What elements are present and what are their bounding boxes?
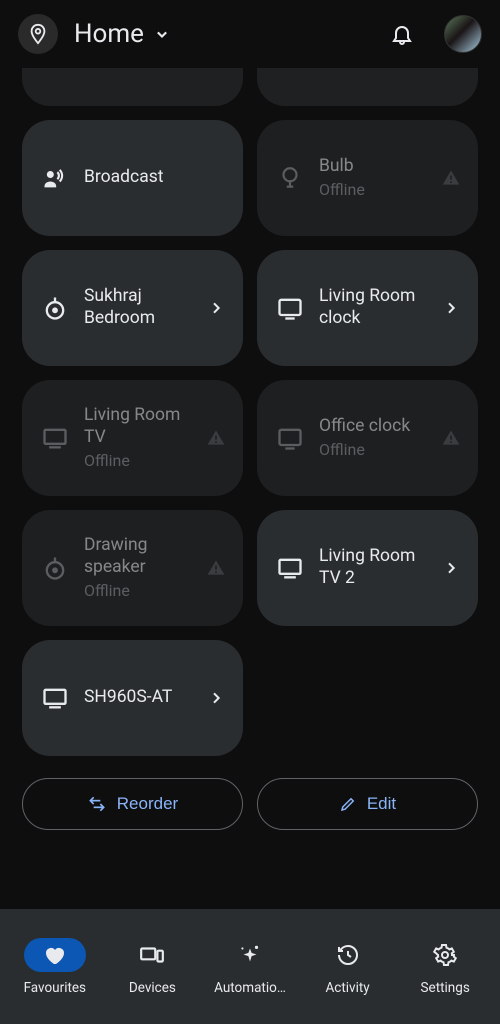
nav-settings[interactable]: Settings xyxy=(396,938,494,996)
nav-label: Automatio… xyxy=(214,980,286,996)
home-selector[interactable]: Home xyxy=(70,19,172,49)
nav-automations[interactable]: Automatio… xyxy=(201,938,299,996)
tile-label: SH960S-AT xyxy=(84,687,191,709)
warning-icon xyxy=(440,427,462,449)
devices-icon xyxy=(121,938,183,972)
reorder-label: Reorder xyxy=(117,794,178,814)
nav-label: Activity xyxy=(325,980,369,996)
home-title: Home xyxy=(74,19,144,49)
nav-label: Favourites xyxy=(24,980,86,996)
nav-favourites[interactable]: Favourites xyxy=(6,938,104,996)
tile-label: Living Room TV Offline xyxy=(84,405,191,471)
tile-label: Sukhraj Bedroom xyxy=(84,286,191,330)
reorder-icon xyxy=(87,794,107,814)
tile-label: Living Room TV 2 xyxy=(319,546,426,590)
edit-label: Edit xyxy=(367,794,396,814)
heart-icon xyxy=(24,938,86,972)
avatar[interactable] xyxy=(444,15,482,53)
tile-living-room-clock[interactable]: Living Room clock xyxy=(257,250,478,366)
tile-drawing-speaker[interactable]: Drawing speaker Offline xyxy=(22,510,243,626)
warning-icon xyxy=(440,167,462,189)
tile-label: Broadcast xyxy=(84,167,227,189)
pencil-icon xyxy=(339,795,357,813)
favourites-grid: Broadcast Bulb Offline xyxy=(0,68,500,756)
warning-icon xyxy=(205,427,227,449)
gear-icon xyxy=(414,938,476,972)
tile-living-room-tv-2[interactable]: Living Room TV 2 xyxy=(257,510,478,626)
edit-button[interactable]: Edit xyxy=(257,778,478,830)
bottom-nav: Favourites Devices Automatio… Ac xyxy=(0,909,500,1024)
tile-sukhraj-bedroom[interactable]: Sukhraj Bedroom xyxy=(22,250,243,366)
chevron-right-icon xyxy=(205,687,227,709)
action-row: Reorder Edit xyxy=(0,756,500,830)
speaker-icon xyxy=(40,293,70,323)
reorder-button[interactable]: Reorder xyxy=(22,778,243,830)
partial-tile[interactable] xyxy=(257,68,478,106)
tile-sh960s-at[interactable]: SH960S-AT xyxy=(22,640,243,756)
notifications-button[interactable] xyxy=(388,20,416,48)
chevron-down-icon xyxy=(152,24,172,44)
tv-icon xyxy=(275,553,305,583)
tile-office-clock[interactable]: Office clock Offline xyxy=(257,380,478,496)
bulb-icon xyxy=(275,163,305,193)
tile-label: Living Room clock xyxy=(319,286,426,330)
nav-activity[interactable]: Activity xyxy=(299,938,397,996)
tile-label: Bulb Offline xyxy=(319,156,426,200)
display-icon xyxy=(275,293,305,323)
chevron-right-icon xyxy=(440,297,462,319)
broadcast-icon xyxy=(40,163,70,193)
tile-broadcast[interactable]: Broadcast xyxy=(22,120,243,236)
home-location-icon[interactable] xyxy=(18,14,58,54)
tile-label: Office clock Offline xyxy=(319,416,426,460)
tile-bulb[interactable]: Bulb Offline xyxy=(257,120,478,236)
tile-living-room-tv[interactable]: Living Room TV Offline xyxy=(22,380,243,496)
display-icon xyxy=(275,423,305,453)
nav-label: Settings xyxy=(421,980,470,996)
partial-tile[interactable] xyxy=(22,68,243,106)
header: Home xyxy=(0,0,500,68)
tile-label: Drawing speaker Offline xyxy=(84,535,191,601)
tv-icon xyxy=(40,683,70,713)
chevron-right-icon xyxy=(205,297,227,319)
sparkle-icon xyxy=(219,938,281,972)
nav-devices[interactable]: Devices xyxy=(104,938,202,996)
history-icon xyxy=(317,938,379,972)
chevron-right-icon xyxy=(440,557,462,579)
speaker-icon xyxy=(40,553,70,583)
nav-label: Devices xyxy=(129,980,176,996)
warning-icon xyxy=(205,557,227,579)
tv-icon xyxy=(40,423,70,453)
